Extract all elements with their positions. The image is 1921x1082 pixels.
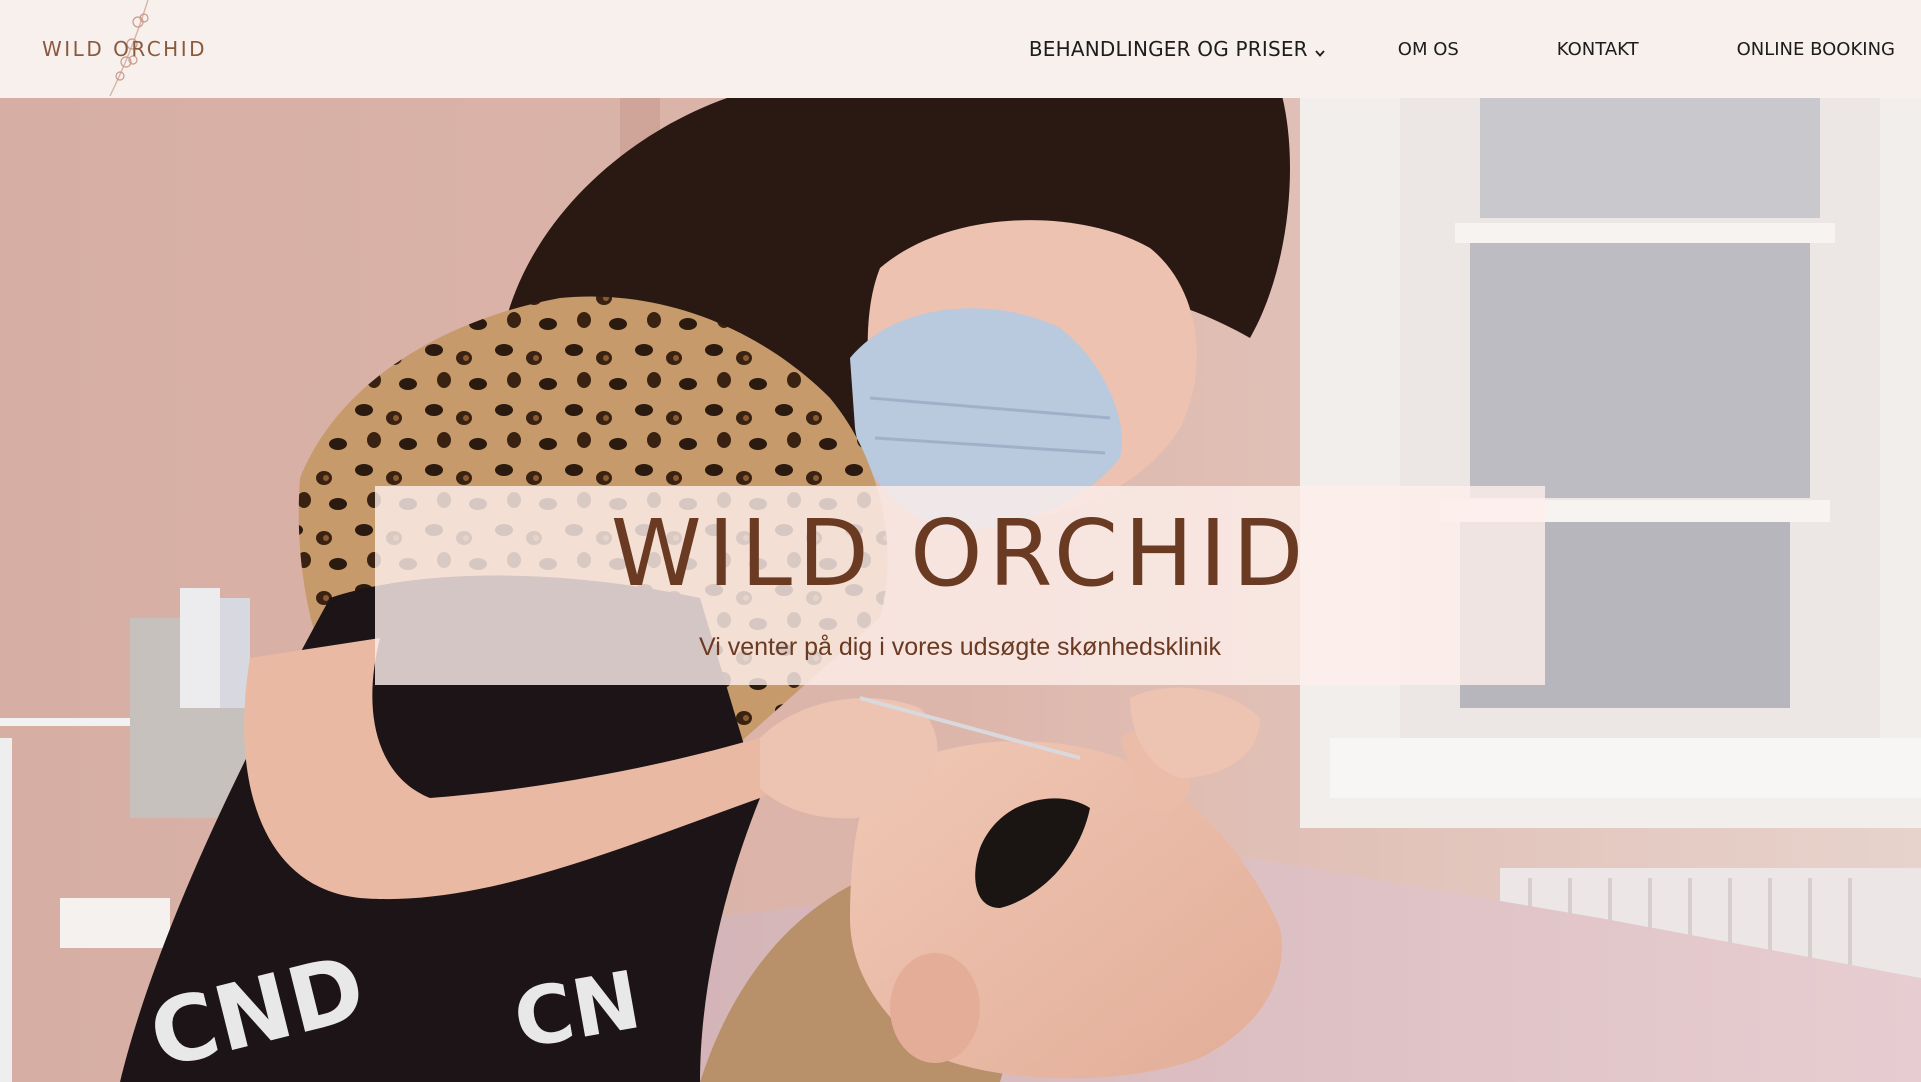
nav-item-om-os[interactable]: OM OS (1398, 39, 1459, 60)
nav-item-online-booking[interactable]: ONLINE BOOKING (1737, 39, 1895, 60)
nav-item-label: BEHANDLINGER OG PRISER (1028, 37, 1308, 61)
hero-overlay-box: WILD ORCHID Vi venter på dig i vores uds… (375, 486, 1545, 685)
nav-item-kontakt[interactable]: KONTAKT (1557, 39, 1639, 60)
hero-title: WILD ORCHID (610, 500, 1310, 607)
logo-text: WILD ORCHID (42, 37, 208, 61)
logo-link[interactable]: WILD ORCHID (40, 0, 220, 98)
chevron-down-icon (1315, 50, 1325, 57)
main-nav: BEHANDLINGER OG PRISER OM OS KONTAKT ONL… (1029, 0, 1895, 98)
page: WILD ORCHID BEHANDLINGER OG PRISER OM OS… (0, 0, 1921, 1082)
nav-item-behandlinger-og-priser[interactable]: BEHANDLINGER OG PRISER (1029, 37, 1326, 61)
hero-section: CND CN WILD ORCHID Vi venter på dig i vo… (0, 98, 1921, 1082)
site-header: WILD ORCHID BEHANDLINGER OG PRISER OM OS… (0, 0, 1921, 98)
hero-subtitle: Vi venter på dig i vores udsøgte skønhed… (698, 633, 1222, 661)
